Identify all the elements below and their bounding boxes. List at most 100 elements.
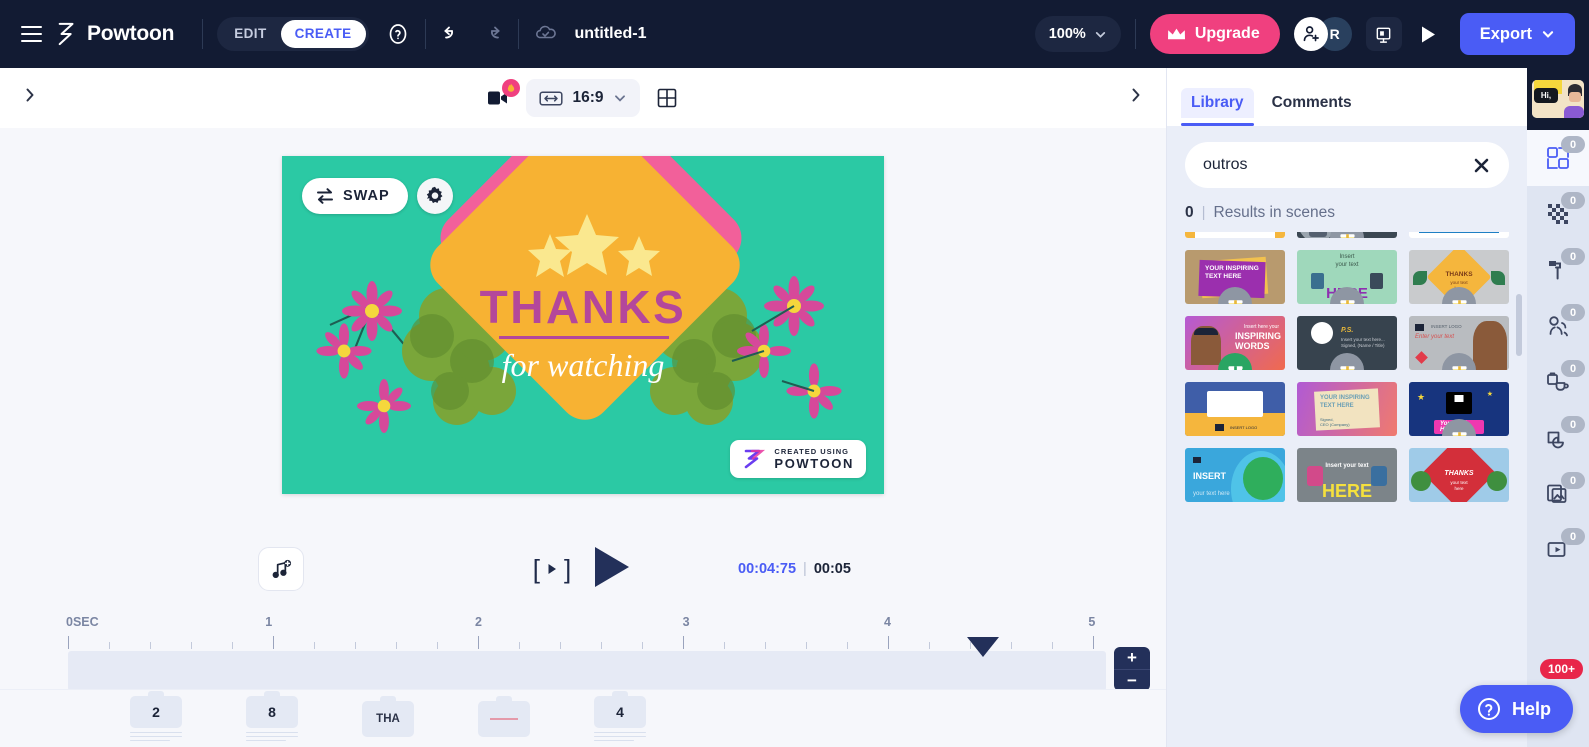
gift-icon <box>1451 431 1467 436</box>
divider <box>202 19 204 49</box>
library-thumbnail[interactable] <box>1185 232 1285 238</box>
zoom-level-selector[interactable]: 100% <box>1034 16 1121 52</box>
preview-play-icon[interactable] <box>1410 17 1448 51</box>
slide-canvas[interactable]: THANKS for watching SWAP CREATED USING P… <box>282 156 884 494</box>
swap-button[interactable]: SWAP <box>302 178 408 214</box>
play-in-brackets-button[interactable]: [ ] <box>533 554 571 585</box>
library-thumbnail[interactable]: Insert here your INSPIRING WORDS <box>1185 316 1285 370</box>
library-thumbnail[interactable]: THANKS your texthere <box>1409 448 1509 502</box>
results-summary: 0 | Results in scenes <box>1167 188 1527 232</box>
mode-create[interactable]: CREATE <box>280 20 366 48</box>
brand-logo[interactable]: Powtoon <box>56 22 174 46</box>
rail-avatar-header: Hi, <box>1527 68 1589 130</box>
timeline-zoom-in-button[interactable]: + <box>1114 647 1150 669</box>
library-thumbnail[interactable]: INSERT LOGO Enter your text <box>1409 316 1509 370</box>
scene-label: THA <box>376 712 400 725</box>
ruler-label-4: 4 <box>883 615 891 629</box>
timeline-playhead[interactable] <box>967 637 999 657</box>
scene-strip: 2 8 THA 4 <box>0 689 1166 747</box>
flame-icon <box>508 83 515 92</box>
expand-right-panel-icon[interactable] <box>1128 86 1144 110</box>
library-thumbnail[interactable]: Insertyour text HERE <box>1297 250 1397 304</box>
rail-item-props[interactable]: 0 <box>1527 354 1589 410</box>
timeline-zoom-out-button[interactable]: − <box>1114 669 1150 691</box>
chevron-down-icon <box>1542 31 1554 38</box>
user-greeting-avatar[interactable]: Hi, <box>1532 80 1584 118</box>
library-search-row <box>1167 126 1527 188</box>
ruler-label-start: 0SEC <box>66 615 99 629</box>
add-music-button[interactable] <box>258 547 304 591</box>
search-input[interactable] <box>1203 156 1464 174</box>
library-grid[interactable]: INSPIRINGWORDS <box>1167 232 1527 747</box>
scene-item[interactable] <box>478 700 530 737</box>
rail-item-paint[interactable]: 0 <box>1527 242 1589 298</box>
aspect-ratio-value: 16:9 <box>572 89 604 106</box>
powtoon-logo-icon <box>745 449 766 469</box>
library-thumbnail[interactable]: YOUR INSPIRING TEXT HERE <box>1185 250 1285 304</box>
camera-button[interactable] <box>482 79 521 113</box>
asset-rail: Hi, 0 0 0 0 0 0 0 0 100+ <box>1527 68 1589 747</box>
lock-badge <box>1330 353 1364 370</box>
clear-search-icon[interactable] <box>1472 156 1491 175</box>
expand-left-panel-icon[interactable] <box>22 86 38 110</box>
rail-item-characters[interactable]: 0 <box>1527 298 1589 354</box>
grid-layout-icon[interactable] <box>650 81 684 115</box>
export-button[interactable]: Export <box>1459 13 1575 55</box>
library-thumbnail[interactable]: 4EVER <box>1409 232 1509 238</box>
rail-item-shapes[interactable]: 0 <box>1527 410 1589 466</box>
scene-item[interactable]: 2 <box>130 695 182 742</box>
library-panel: Library Comments 0 | Results in scenes <box>1166 68 1527 747</box>
upgrade-button[interactable]: Upgrade <box>1149 14 1280 54</box>
library-thumbnail[interactable]: INSERT LOGO <box>1185 382 1285 436</box>
library-thumbnail[interactable]: P.S. Insert your text here... Signed, (Na… <box>1297 316 1397 370</box>
help-question-icon[interactable] <box>379 15 417 53</box>
small-play-icon <box>548 564 556 574</box>
library-thumbnail[interactable]: YOUR INSPIRING TEXT HERE Signed, CEO (Comp… <box>1297 382 1397 436</box>
rail-item-images[interactable]: 0 <box>1527 466 1589 522</box>
presentation-icon[interactable] <box>1365 17 1402 51</box>
mode-edit[interactable]: EDIT <box>220 20 280 48</box>
library-thumbnail[interactable]: INSPIRINGWORDS <box>1297 232 1397 238</box>
library-scrollbar[interactable] <box>1516 294 1522 356</box>
add-person-icon[interactable] <box>1293 17 1328 51</box>
library-thumbnail[interactable]: ★ ★ Your Text Here <box>1409 382 1509 436</box>
scene-bars <box>246 731 298 742</box>
play-button[interactable] <box>589 544 633 595</box>
scene-thumbnail: THA <box>362 700 414 737</box>
help-button[interactable]: Help <box>1459 685 1573 733</box>
lock-badge <box>1442 353 1476 370</box>
tab-comments[interactable]: Comments <box>1262 88 1362 118</box>
scene-item[interactable]: THA <box>362 700 414 737</box>
search-box[interactable] <box>1185 142 1509 188</box>
scene-item[interactable]: 4 <box>594 695 646 742</box>
time-separator: | <box>803 561 807 577</box>
tab-library[interactable]: Library <box>1181 88 1254 126</box>
hamburger-menu-icon[interactable] <box>14 17 48 51</box>
rail-item-video[interactable]: 0 <box>1527 522 1589 578</box>
watermark-line-2: POWTOON <box>774 456 854 471</box>
powtoon-logo-icon <box>58 22 74 46</box>
rail-item-backgrounds[interactable]: 0 <box>1527 186 1589 242</box>
document-title[interactable]: untitled-1 <box>575 25 647 43</box>
gift-icon <box>1339 299 1355 304</box>
timeline-ruler[interactable]: 0SEC 1 2 3 4 5 <box>66 615 1106 649</box>
canvas-toolbar: 16:9 <box>0 68 1166 128</box>
timeline-track[interactable] <box>68 651 1106 691</box>
ruler-label-3: 3 <box>682 615 690 629</box>
results-separator: | <box>1201 204 1206 221</box>
aspect-ratio-selector[interactable]: 16:9 <box>526 79 640 117</box>
watermark-line-1: CREATED USING <box>774 447 849 456</box>
gift-icon <box>1227 365 1243 370</box>
canvas-stage: THANKS for watching SWAP CREATED USING P… <box>0 128 1166 531</box>
gift-icon <box>1451 365 1467 370</box>
undo-arrow-icon[interactable] <box>434 15 472 53</box>
question-circle-icon <box>1477 698 1500 720</box>
rail-item-scenes[interactable]: 0 <box>1527 130 1589 186</box>
ruler-label-2: 2 <box>474 615 482 629</box>
library-thumbnail[interactable]: THANKS your texthere <box>1409 250 1509 304</box>
redo-arrow-icon[interactable] <box>472 15 510 53</box>
library-thumbnail[interactable]: INSERT your text here <box>1185 448 1285 502</box>
gear-icon[interactable] <box>416 178 453 214</box>
library-thumbnail[interactable]: Insert your text HERE <box>1297 448 1397 502</box>
scene-item[interactable]: 8 <box>246 695 298 742</box>
